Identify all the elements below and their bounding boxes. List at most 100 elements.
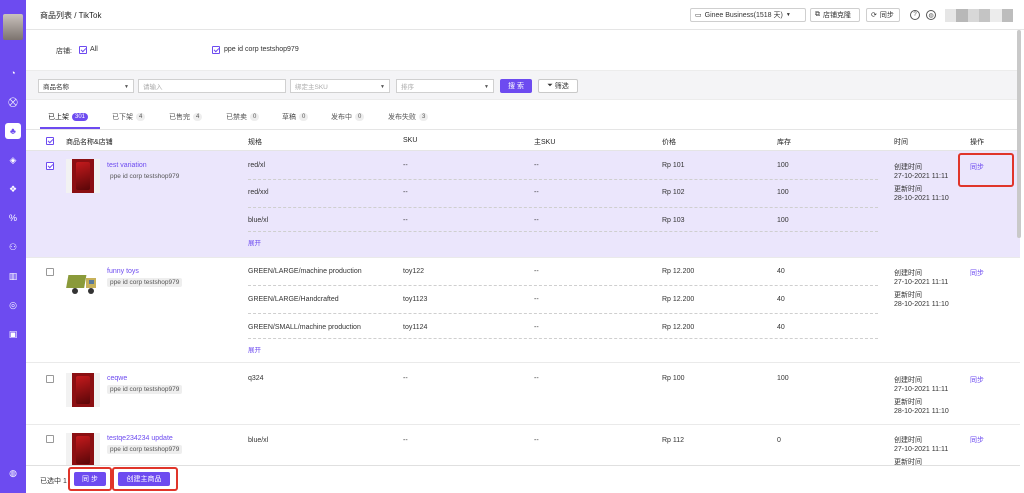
select-all-checkbox[interactable] (46, 137, 54, 145)
variant-spec: GREEN/LARGE/Handcrafted (248, 296, 339, 303)
shop-clone-button[interactable]: ⧉ 店铺克隆 (810, 8, 860, 22)
product-name-link[interactable]: testqe234234 update (107, 435, 173, 442)
refresh-icon: ⟳ (871, 12, 877, 19)
annotation-highlight-box (958, 153, 1014, 187)
variant-spec: GREEN/SMALL/machine production (248, 324, 361, 331)
header-sync-button[interactable]: ⟳ 同步 (866, 8, 900, 22)
tab-count-badge: 4 (193, 113, 203, 121)
plan-label: Ginee Business(1518 天) (704, 12, 783, 19)
dropbox-icon[interactable]: ❖ (5, 181, 21, 197)
tab-publish-failed[interactable]: 发布失败 3 (388, 112, 429, 122)
all-shops-label: All (90, 46, 98, 53)
shop-checkbox[interactable] (212, 46, 220, 54)
row-checkbox[interactable] (46, 375, 54, 383)
tab-listed[interactable]: 已上架 301 (48, 112, 89, 122)
shop-tag: ppe id corp testshop979 (107, 445, 183, 454)
created-label: 创建时间 (894, 270, 922, 277)
expand-variants-link[interactable]: 展开 (248, 237, 261, 247)
row-checkbox[interactable] (46, 268, 54, 276)
tab-sold-out[interactable]: 已售完 4 (169, 112, 203, 122)
chat-icon[interactable]: ◎ (5, 297, 21, 313)
row-checkbox[interactable] (46, 162, 54, 170)
variant-stock: 100 (777, 375, 789, 382)
filter-button[interactable]: ⏷ 筛选 (538, 79, 578, 93)
variant-price: Rp 101 (662, 162, 685, 169)
tab-label: 已下架 (112, 114, 133, 121)
tab-banned[interactable]: 已禁卖 0 (226, 112, 260, 122)
tab-delisted[interactable]: 已下架 4 (112, 112, 146, 122)
variant-master-sku: -- (534, 437, 539, 444)
tab-publishing[interactable]: 发布中 0 (331, 112, 365, 122)
variant-stock: 100 (777, 217, 789, 224)
table-row[interactable]: testqe234234 update ppe id corp testshop… (26, 425, 1020, 465)
column-header: 时间 (894, 139, 908, 146)
variant-sku: toy1124 (403, 324, 428, 331)
shop-tag: ppe id corp testshop979 (107, 385, 183, 394)
cart-icon[interactable]: ⛒ (5, 94, 21, 110)
notice-icon[interactable]: ▣ (5, 326, 21, 342)
chevron-down-icon: ▼ (380, 84, 385, 90)
box-icon[interactable]: ◈ (5, 152, 21, 168)
chevron-down-icon: ▼ (484, 84, 489, 90)
dashboard-icon[interactable]: ◔ (5, 65, 21, 81)
variant-master-sku: -- (534, 217, 539, 224)
filter-icon: ⏷ (547, 82, 553, 89)
globe-icon[interactable]: ◍ (926, 10, 936, 20)
product-name-link[interactable]: funny toys (107, 268, 139, 275)
variant-master-sku: -- (534, 189, 539, 196)
annotation-highlight-box (112, 467, 178, 491)
support-icon[interactable]: ◍ (5, 465, 21, 481)
search-field-value: 商品名称 (43, 84, 69, 91)
column-header: 规格 (248, 139, 262, 146)
plan-selector[interactable]: ▭ Ginee Business(1518 天) ▼ (690, 8, 806, 22)
products-icon[interactable]: ♣ (5, 123, 21, 139)
tab-label: 草稿 (282, 114, 296, 121)
shop-filter-label: 店铺: (56, 48, 72, 55)
table-row[interactable]: test variation ppe id corp testshop979 r… (26, 151, 1020, 258)
search-field-select[interactable]: 商品名称 ▼ (38, 79, 134, 93)
header-bar: 商品列表 / TikTok ▭ Ginee Business(1518 天) ▼… (26, 0, 1024, 30)
sort-select[interactable]: 排序 ▼ (396, 79, 494, 93)
bind-master-sku-placeholder: 绑定主SKU (295, 84, 328, 91)
variant-master-sku: -- (534, 162, 539, 169)
help-icon[interactable]: ? (910, 10, 920, 20)
customers-icon[interactable]: ⚇ (5, 239, 21, 255)
search-input[interactable]: 请输入 (138, 79, 286, 93)
table-row[interactable]: funny toys ppe id corp testshop979 GREEN… (26, 258, 1020, 363)
bind-master-sku-select[interactable]: 绑定主SKU ▼ (290, 79, 390, 93)
status-tabs: 已上架 301 已下架 4 已售完 4 已禁卖 0 草稿 0 发布中 0 发布失败 3 (26, 100, 1020, 130)
variant-sku: toy122 (403, 268, 425, 275)
column-header: 商品名称&店铺 (66, 139, 113, 146)
tab-label: 发布失败 (388, 114, 416, 121)
variant-sku: -- (403, 189, 408, 196)
row-checkbox[interactable] (46, 435, 54, 443)
sort-placeholder: 排序 (401, 84, 414, 91)
variant-price: Rp 100 (662, 375, 685, 382)
product-name-link[interactable]: test variation (107, 162, 147, 169)
row-sync-link[interactable]: 同步 (970, 435, 984, 445)
variant-sku: -- (403, 375, 408, 382)
updated-time: 28-10-2021 11:10 (894, 195, 949, 202)
shop-clone-label: 店铺克隆 (823, 12, 851, 19)
column-header: 操作 (970, 139, 984, 146)
expand-variants-link[interactable]: 展开 (248, 344, 261, 354)
variant-spec: red/xxl (248, 189, 269, 196)
search-toolbar: 商品名称 ▼ 请输入 绑定主SKU ▼ 排序 ▼ 搜 索 ⏷ 筛选 (26, 70, 1020, 100)
product-thumbnail (66, 373, 100, 407)
created-label: 创建时间 (894, 164, 922, 171)
active-tab-indicator (40, 127, 100, 129)
search-button[interactable]: 搜 索 (500, 79, 532, 93)
scrollbar[interactable] (1017, 30, 1021, 238)
row-sync-link[interactable]: 同步 (970, 375, 984, 385)
variant-sku: -- (403, 437, 408, 444)
product-name-link[interactable]: ceqwe (107, 375, 127, 382)
tab-draft[interactable]: 草稿 0 (282, 112, 309, 122)
user-account-blurred[interactable] (945, 9, 1013, 22)
variant-sku: -- (403, 217, 408, 224)
promotion-icon[interactable]: % (5, 210, 21, 226)
avatar[interactable] (3, 14, 23, 40)
row-sync-link[interactable]: 同步 (970, 268, 984, 278)
report-icon[interactable]: ▥ (5, 268, 21, 284)
all-shops-checkbox[interactable] (79, 46, 87, 54)
table-row[interactable]: ceqwe ppe id corp testshop979 q324 -- --… (26, 363, 1020, 425)
